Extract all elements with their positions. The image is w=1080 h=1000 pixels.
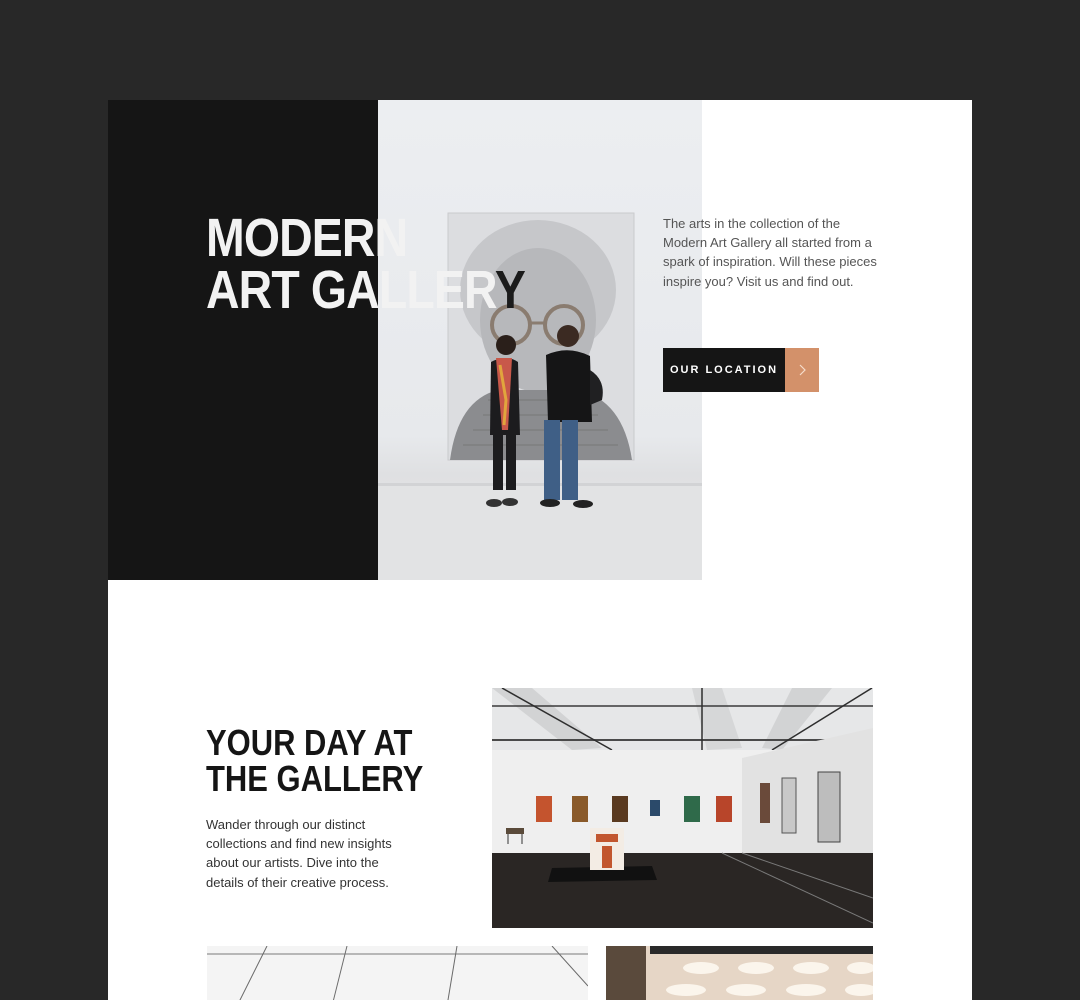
day-title-line-2: THE GALLERY	[206, 758, 424, 799]
hero-title-line-2: ART GALLERY	[206, 263, 526, 317]
hero-title: MODERN ART GALLERY	[206, 211, 526, 317]
hero-photo	[378, 100, 702, 580]
hero-title-text-2: ART GALLER	[206, 260, 496, 320]
chevron-right-icon[interactable]	[785, 348, 819, 392]
hero-dark-panel	[108, 100, 378, 580]
hero-title-line-1: MODERN	[206, 211, 525, 265]
hero-title-text-2-overlap: Y	[494, 260, 526, 320]
day-title-line-1: YOUR DAY AT	[206, 722, 413, 763]
our-location-button[interactable]: OUR LOCATION	[663, 348, 819, 392]
hero-photo-illustration	[378, 212, 702, 580]
gallery-hall-illustration	[492, 688, 873, 928]
gallery-lights-photo	[606, 946, 873, 1000]
gallery-ceiling-illustration	[207, 946, 588, 1000]
page-card: MODERN ART GALLERY The arts in the colle…	[108, 100, 972, 1000]
day-section-description: Wander through our distinct collections …	[206, 817, 392, 890]
our-location-button-label[interactable]: OUR LOCATION	[663, 348, 785, 392]
day-section-title: YOUR DAY AT THE GALLERY	[206, 725, 423, 797]
hero-description: The arts in the collection of the Modern…	[663, 216, 877, 289]
gallery-lights-illustration	[606, 946, 873, 1000]
gallery-hall-photo	[492, 688, 873, 928]
hero-title-text-1: MODERN	[206, 208, 408, 268]
gallery-ceiling-photo	[207, 946, 588, 1000]
